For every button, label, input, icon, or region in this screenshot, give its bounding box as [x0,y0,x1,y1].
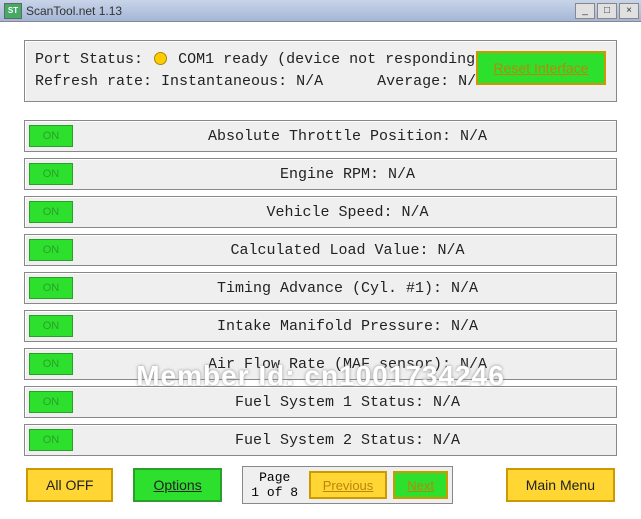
sensor-row: ON Air Flow Rate (MAF sensor): N/A [24,348,617,380]
sensor-row: ON Intake Manifold Pressure: N/A [24,310,617,342]
sensor-text: Vehicle Speed: N/A [83,204,612,221]
sensor-label: Fuel System 2 Status: [235,432,424,449]
sensor-row: ON Engine RPM: N/A [24,158,617,190]
average-label: Average: [377,73,449,90]
sensor-toggle-button[interactable]: ON [29,315,73,337]
refresh-rate-label: Refresh rate: [35,73,152,90]
page-indicator: Page 1 of 8 [247,470,303,500]
sensor-row: ON Timing Advance (Cyl. #1): N/A [24,272,617,304]
titlebar: ST ScanTool.net 1.13 _ □ × [0,0,641,22]
sensor-toggle-button[interactable]: ON [29,201,73,223]
pager: Page 1 of 8 Previous Next [242,466,453,504]
sensor-text: Air Flow Rate (MAF sensor): N/A [83,356,612,373]
next-label: Next [407,478,434,493]
sensor-toggle-button[interactable]: ON [29,391,73,413]
options-button[interactable]: Options [133,468,221,502]
sensor-text: Fuel System 1 Status: N/A [83,394,612,411]
sensor-text: Intake Manifold Pressure: N/A [83,318,612,335]
sensor-value: N/A [388,166,415,183]
sensor-text: Timing Advance (Cyl. #1): N/A [83,280,612,297]
sensor-label: Timing Advance (Cyl. #1): [217,280,442,297]
sensor-text: Engine RPM: N/A [83,166,612,183]
sensor-label: Intake Manifold Pressure: [217,318,442,335]
sensor-text: Absolute Throttle Position: N/A [83,128,612,145]
sensor-toggle-button[interactable]: ON [29,125,73,147]
maximize-button[interactable]: □ [597,3,617,19]
app-logo: ST [4,3,22,19]
close-button[interactable]: × [619,3,639,19]
main-menu-button[interactable]: Main Menu [506,468,615,502]
sensor-label: Calculated Load Value: [230,242,428,259]
options-label: Options [153,477,201,493]
sensor-value: N/A [433,432,460,449]
previous-button[interactable]: Previous [309,471,388,499]
sensor-value: N/A [460,356,487,373]
sensor-value: N/A [433,394,460,411]
sensor-label: Absolute Throttle Position: [208,128,451,145]
reset-interface-button[interactable]: Reset Interface [476,51,606,85]
sensor-row: ON Fuel System 1 Status: N/A [24,386,617,418]
sensor-value: N/A [451,280,478,297]
sensor-value: N/A [402,204,429,221]
window-title: ScanTool.net 1.13 [26,4,573,18]
sensor-label: Fuel System 1 Status: [235,394,424,411]
sensor-toggle-button[interactable]: ON [29,239,73,261]
instantaneous-value: N/A [296,73,323,90]
minimize-button[interactable]: _ [575,3,595,19]
next-button[interactable]: Next [393,471,448,499]
sensor-row: ON Absolute Throttle Position: N/A [24,120,617,152]
port-status-value: COM1 ready (device not responding) [178,51,484,68]
sensor-label: Air Flow Rate (MAF sensor): [208,356,451,373]
sensor-value: N/A [460,128,487,145]
status-indicator-icon [154,52,167,65]
all-off-button[interactable]: All OFF [26,468,113,502]
sensor-value: N/A [438,242,465,259]
sensor-text: Calculated Load Value: N/A [83,242,612,259]
status-panel: Port Status: COM1 ready (device not resp… [24,40,617,102]
sensor-label: Vehicle Speed: [266,204,392,221]
sensor-row: ON Vehicle Speed: N/A [24,196,617,228]
instantaneous-label: Instantaneous: [161,73,287,90]
sensor-label: Engine RPM: [280,166,379,183]
all-off-label: All OFF [46,477,93,493]
port-status-label: Port Status: [35,51,143,68]
sensor-toggle-button[interactable]: ON [29,163,73,185]
page-line1: Page [247,470,303,485]
previous-label: Previous [323,478,374,493]
sensor-list: ON Absolute Throttle Position: N/A ON Engin… [24,120,617,456]
sensor-row: ON Calculated Load Value: N/A [24,234,617,266]
bottom-toolbar: All OFF Options Page 1 of 8 Previous Nex… [24,466,617,504]
sensor-toggle-button[interactable]: ON [29,353,73,375]
sensor-toggle-button[interactable]: ON [29,429,73,451]
sensor-value: N/A [451,318,478,335]
main-menu-label: Main Menu [526,477,595,493]
page-line2: 1 of 8 [247,485,303,500]
sensor-text: Fuel System 2 Status: N/A [83,432,612,449]
reset-interface-label: Reset Interface [494,60,589,76]
sensor-row: ON Fuel System 2 Status: N/A [24,424,617,456]
sensor-toggle-button[interactable]: ON [29,277,73,299]
